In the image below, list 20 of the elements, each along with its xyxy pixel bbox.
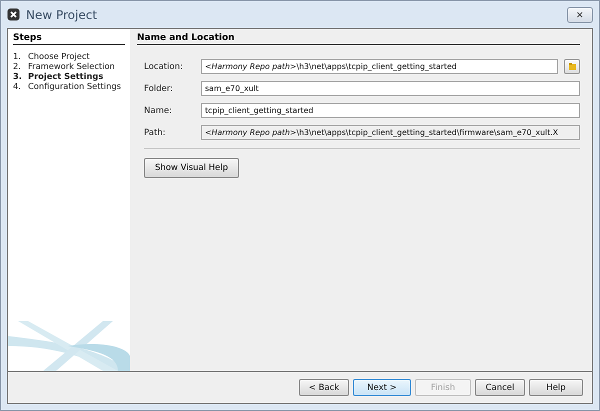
step-item: 3. Project Settings bbox=[13, 71, 104, 81]
field-label: Location: bbox=[143, 62, 184, 72]
section-title: Name and Location bbox=[137, 33, 580, 45]
wizard-button[interactable]: Next > bbox=[353, 379, 411, 396]
field-label: Path: bbox=[143, 128, 167, 138]
step-item: 1. Choose Project bbox=[13, 51, 91, 61]
window-title: New Project bbox=[26, 8, 98, 22]
app-icon bbox=[7, 8, 20, 21]
step-item: 4. Configuration Settings bbox=[13, 81, 122, 91]
wizard-button[interactable]: < Back bbox=[299, 379, 349, 396]
visual-help-button[interactable]: Show Visual Help bbox=[144, 158, 239, 178]
step-item: 2. Framework Selection bbox=[13, 61, 116, 71]
browse-button[interactable] bbox=[564, 59, 580, 74]
close-button[interactable]: ✕ bbox=[567, 6, 593, 22]
wizard-button[interactable]: Cancel bbox=[475, 379, 525, 396]
folder-icon bbox=[568, 62, 576, 71]
field-label: Name: bbox=[143, 106, 173, 116]
wizard-button[interactable]: Help bbox=[529, 379, 583, 396]
field-label: Folder: bbox=[143, 84, 174, 94]
steps-title: Steps bbox=[13, 33, 125, 45]
